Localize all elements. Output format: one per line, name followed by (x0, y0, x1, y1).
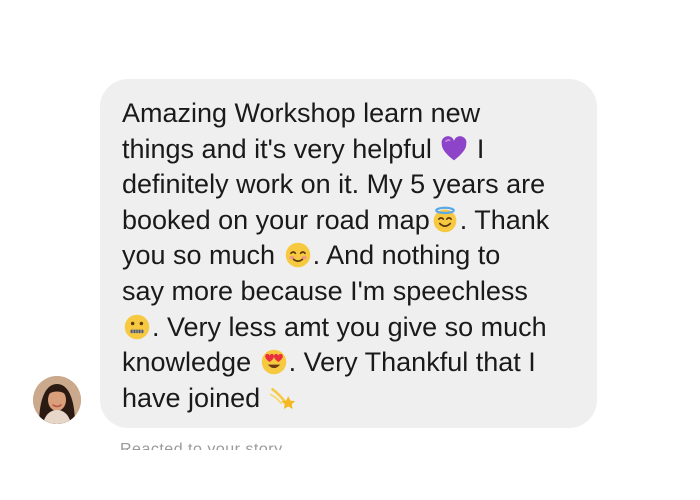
message-line-8: knowledge . Very Thankful that I (122, 347, 536, 378)
message-bubble[interactable]: Amazing Workshop learn new things and it… (100, 79, 597, 428)
dizzy-icon (269, 387, 295, 409)
message-line-5: you so much . And nothing to (122, 240, 501, 271)
message-line-6: say more because I'm speechless (122, 275, 528, 306)
smiling-halo-icon (433, 206, 457, 233)
sender-avatar[interactable] (33, 376, 81, 424)
reaction-note-cutoff: Reacted to your story (120, 441, 283, 451)
zipper-mouth-icon (124, 314, 150, 339)
message-line-3: definitely work on it. My 5 years are (122, 169, 546, 200)
message-thread: Amazing Workshop learn new things and it… (0, 0, 700, 500)
purple-heart-icon (441, 135, 467, 160)
message-line-7: . Very less amt you give so much (122, 310, 577, 346)
heart-eyes-icon (261, 349, 286, 375)
message-line-9: have joined (122, 381, 577, 417)
smiling-blush-icon (285, 243, 310, 268)
message-line-2: things and it's very helpful I (122, 133, 485, 164)
message-line-4: booked on your road map . Thank (122, 204, 550, 235)
message-line-1: Amazing Workshop learn new (122, 98, 481, 128)
avatar-image (33, 376, 81, 424)
